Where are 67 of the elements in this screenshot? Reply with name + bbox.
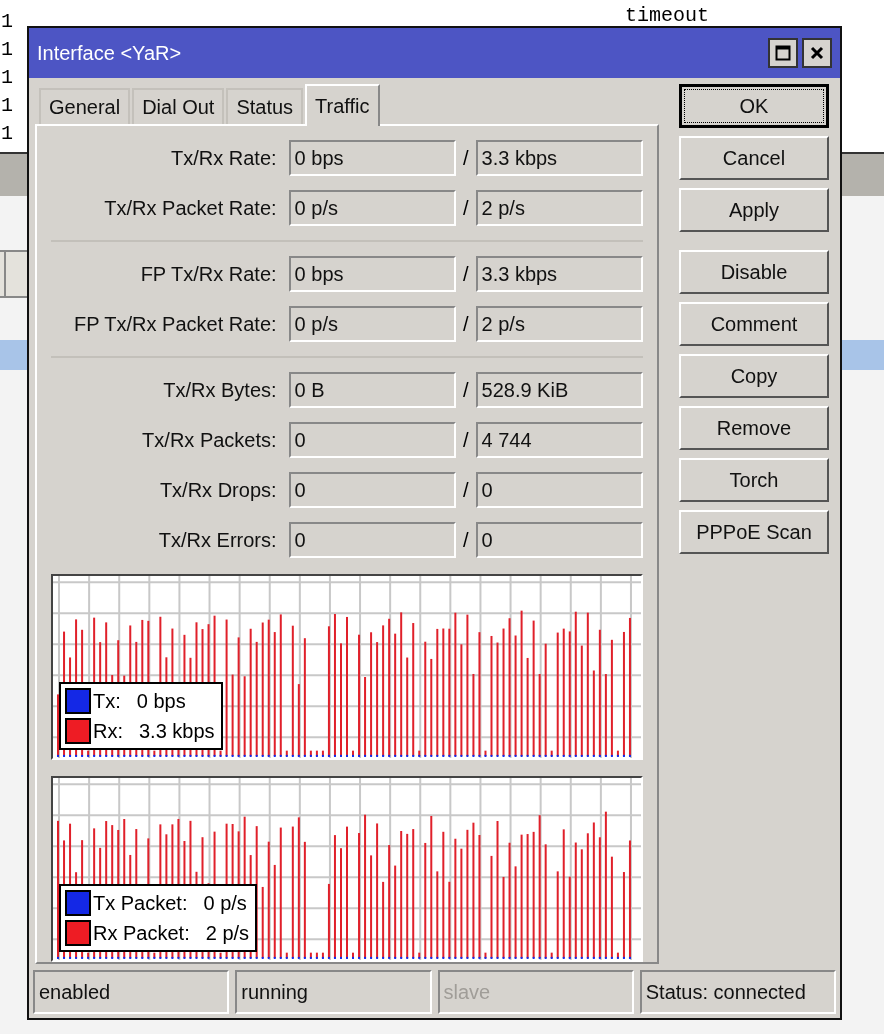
background-text: 1 [1,37,13,63]
status-cell: Status: connected [639,970,836,1014]
legend-value: 3.3 kbps [139,719,215,743]
separator-text: / [462,312,470,336]
legend-value: 0 p/s [203,891,247,915]
separator-text: / [462,428,470,452]
value-field: 0 [288,472,457,508]
value-field: 0 [475,522,643,558]
tab[interactable]: Dial Out [132,88,225,124]
tab[interactable]: General [39,88,131,124]
status-cell: enabled [33,970,230,1014]
value-field: 0 [475,472,643,508]
separator-text: / [462,378,470,402]
dialog-button[interactable]: Disable [679,250,829,294]
value-field: 4 744 [475,422,643,458]
legend-value: 2 p/s [205,921,250,945]
legend-value: 0 bps [136,689,186,713]
close-button[interactable] [802,38,832,68]
field-label: Tx/Rx Packet Rate: [103,196,278,220]
dialog-button[interactable]: OK [679,84,829,128]
value-field: 528.9 KiB [475,372,643,408]
background-text: 1 [1,121,13,147]
value-field: 0 p/s [288,190,457,226]
value-field: 0 bps [288,256,457,292]
field-label: Tx/Rx Bytes: [162,378,278,402]
field-label: FP Tx/Rx Packet Rate: [72,312,278,336]
value-field: 0 bps [288,140,457,176]
field-label: FP Tx/Rx Rate: [139,262,278,286]
column-header: timeout [625,4,709,27]
field-label: Tx/Rx Rate: [170,146,278,170]
value-field: 0 [288,422,457,458]
maximize-button[interactable] [768,38,798,68]
dialog-button[interactable]: Copy [679,354,829,398]
window-title: Interface <YaR> [37,41,182,65]
value-field: 0 [288,522,457,558]
dialog-button[interactable]: Torch [679,458,829,502]
legend-label: Rx Packet: [93,921,190,945]
legend-label: Tx: [93,689,121,713]
dialog-button[interactable]: PPPoE Scan [679,510,829,554]
separator-text: / [462,478,470,502]
dialog-button[interactable]: Comment [679,302,829,346]
dialog-button[interactable]: Remove [679,406,829,450]
status-cell: running [235,970,432,1014]
tab[interactable]: Traffic [305,84,380,126]
value-field: 0 p/s [288,306,457,342]
maximize-icon [775,45,791,61]
dialog-button[interactable]: Apply [679,188,829,232]
close-icon [810,46,824,60]
background-text: 1 [1,65,13,91]
legend-label: Tx Packet: [93,891,188,915]
value-field: 3.3 kbps [475,256,643,292]
separator-text: / [462,196,470,220]
background-text: 1 [1,9,13,35]
value-field: 2 p/s [475,190,643,226]
legend-label: Rx: [93,719,123,743]
field-label: Tx/Rx Packets: [141,428,278,452]
separator-text: / [462,146,470,170]
value-field: 0 B [288,372,457,408]
value-field: 2 p/s [475,306,643,342]
background-text: 1 [1,93,13,119]
field-label: Tx/Rx Drops: [158,478,278,502]
dialog-button[interactable]: Cancel [679,136,829,180]
tab[interactable]: Status [226,88,304,124]
field-label: Tx/Rx Errors: [157,528,278,552]
separator-text: / [462,262,470,286]
value-field: 3.3 kbps [475,140,643,176]
separator-text: / [462,528,470,552]
